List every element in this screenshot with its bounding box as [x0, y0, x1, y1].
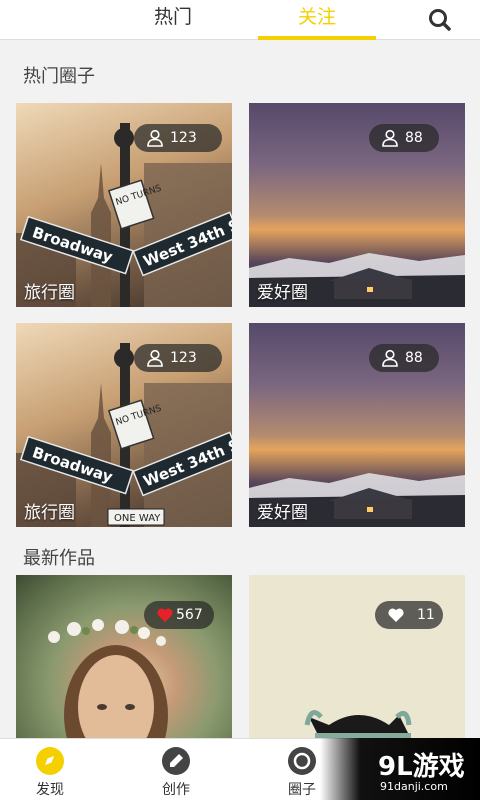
user-icon [382, 349, 398, 367]
search-button[interactable] [424, 4, 456, 36]
active-tab-indicator [258, 36, 376, 40]
latest-works-title: 最新作品 [23, 548, 95, 569]
circle-card-label: 旅行圈 [24, 503, 75, 523]
circle-card-label: 爱好圈 [257, 503, 308, 523]
sign-one-way-text: ONE WAY [114, 513, 161, 524]
like-count-badge[interactable]: 11 [375, 601, 443, 629]
nav-discover-label: 发现 [36, 782, 64, 798]
user-icon [147, 129, 163, 147]
pencil-icon [162, 747, 190, 775]
nav-create-label: 创作 [162, 782, 190, 798]
hot-circles-title: 热门圈子 [23, 66, 95, 87]
member-count-badge: 88 [369, 124, 439, 152]
circle-card-label: 旅行圈 [24, 283, 75, 303]
like-count-badge[interactable]: 567 [144, 601, 214, 629]
member-count-badge: 88 [369, 344, 439, 372]
watermark-domain: 91danji.com [380, 780, 448, 793]
nav-create[interactable]: 创作 [136, 739, 216, 800]
user-icon [382, 129, 398, 147]
circle-card-hobby[interactable]: 88 爱好圈 [249, 103, 465, 307]
circle-card-travel[interactable]: Broadway West 34th St NO TURNS 123 旅行圈 [16, 103, 232, 307]
watermark-logo: 9L游戏 [378, 752, 465, 782]
like-count: 11 [417, 607, 435, 623]
heart-filled-icon [157, 608, 173, 622]
work-card[interactable]: 567 [16, 575, 232, 755]
heart-icon [388, 608, 404, 622]
member-count: 88 [405, 130, 423, 146]
compass-icon [36, 747, 64, 775]
top-bar: 热门 关注 [0, 0, 480, 40]
circle-card-label: 爱好圈 [257, 283, 308, 303]
member-count-badge: 123 [134, 124, 222, 152]
tab-hot[interactable]: 热门 [120, 0, 226, 40]
search-icon [429, 9, 451, 31]
work-card[interactable]: 11 [249, 575, 465, 755]
member-count: 123 [170, 350, 197, 366]
tab-follow[interactable]: 关注 [258, 0, 376, 40]
member-count-badge: 123 [134, 344, 222, 372]
circle-icon [288, 747, 316, 775]
member-count: 123 [170, 130, 197, 146]
circle-card-travel[interactable]: Broadway West 34th St NO TURNS ONE WAY 1… [16, 323, 232, 527]
like-count: 567 [176, 607, 203, 623]
user-icon [147, 349, 163, 367]
circle-card-hobby[interactable]: 88 爱好圈 [249, 323, 465, 527]
nav-discover[interactable]: 发现 [10, 739, 90, 800]
member-count: 88 [405, 350, 423, 366]
